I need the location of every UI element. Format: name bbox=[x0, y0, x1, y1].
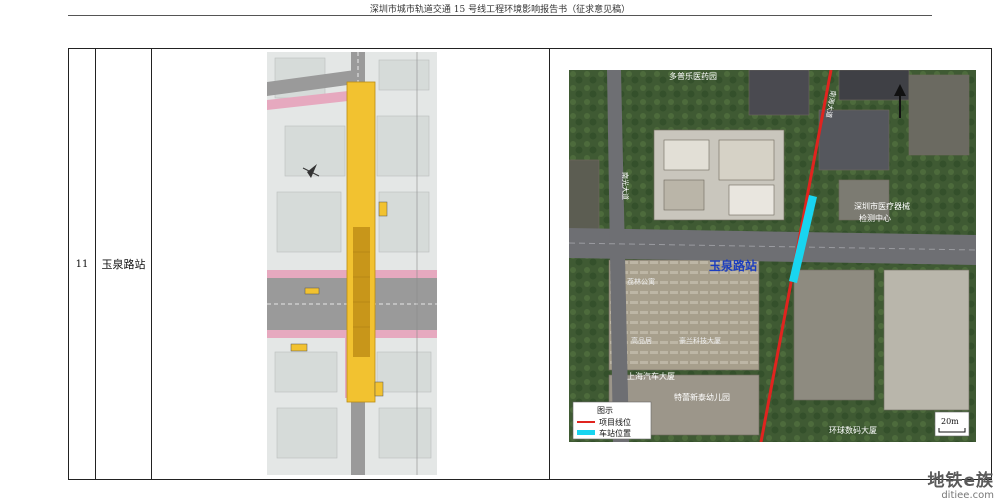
station-name: 玉泉路站 bbox=[95, 48, 152, 480]
document-header-title: 深圳市城市轨道交通 15 号线工程环境影响报告书（征求意见稿） bbox=[369, 5, 631, 15]
watermark-url: ditiee.com bbox=[941, 489, 994, 501]
table-row: 11 玉泉路站 多普乐医药园 南光大道 南海大道 深圳市医疗器械 检测中心 玉泉… bbox=[68, 48, 992, 480]
map-label-kindergarten: 特蕾新泰幼儿园 bbox=[674, 392, 730, 402]
map-label-medical-center-2: 检测中心 bbox=[859, 213, 891, 223]
map-label-global-digital: 环球数码大厦 bbox=[829, 425, 877, 435]
map-legend: 图示 项目线位 车站位置 bbox=[572, 401, 652, 440]
map-label-road-main: 玉泉路站 bbox=[709, 258, 757, 273]
map-label-gaopin: 高品居 bbox=[631, 336, 652, 345]
map-scale: 20m bbox=[934, 411, 970, 437]
legend-line-label: 项目线位 bbox=[599, 417, 631, 427]
header-rule bbox=[68, 15, 932, 16]
map-label-garden: 荔林公寓 bbox=[627, 277, 655, 286]
station-table: 11 玉泉路站 多普乐医药园 南光大道 南海大道 深圳市医疗器械 检测中心 玉泉… bbox=[68, 48, 992, 480]
map-label-pharmacy: 多普乐医药园 bbox=[669, 71, 717, 81]
satellite-map-cell: 多普乐医药园 南光大道 南海大道 深圳市医疗器械 检测中心 玉泉路站 荔林公寓 … bbox=[549, 48, 992, 480]
station-platform bbox=[353, 227, 370, 357]
map-label-shanghai: 上海汽车大厦 bbox=[627, 371, 675, 381]
scale-label: 20m bbox=[941, 417, 959, 426]
station-plan-drawing bbox=[267, 52, 437, 475]
map-label-medical-center-1: 深圳市医疗器械 bbox=[854, 201, 910, 211]
map-label-road-vertical-1: 南光大道 bbox=[621, 172, 630, 200]
map-label-gaolan: 豪兰科技大厦 bbox=[679, 336, 721, 345]
row-index: 11 bbox=[68, 48, 96, 480]
watermark-text: 地铁e族 bbox=[927, 470, 994, 491]
satellite-map: 多普乐医药园 南光大道 南海大道 深圳市医疗器械 检测中心 玉泉路站 荔林公寓 … bbox=[569, 70, 976, 442]
watermark: 地铁e族 ditiee.com bbox=[927, 470, 994, 501]
plan-drawing-cell bbox=[151, 48, 550, 480]
legend-station-label: 车站位置 bbox=[599, 428, 631, 438]
legend-title: 图示 bbox=[597, 406, 613, 415]
